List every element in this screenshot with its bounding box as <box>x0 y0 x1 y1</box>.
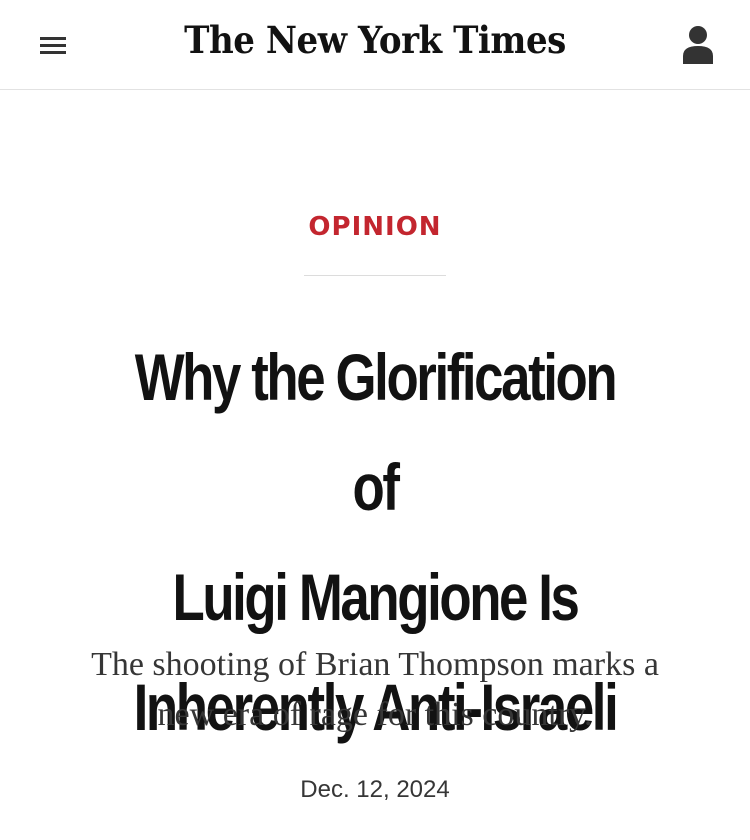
user-account-icon[interactable] <box>676 22 720 68</box>
publish-date: Dec. 12, 2024 <box>300 776 450 803</box>
section-divider <box>304 275 446 276</box>
section-label[interactable]: OPINION <box>0 212 750 242</box>
site-header: The New York Times <box>0 0 750 90</box>
site-logo[interactable]: The New York Times <box>30 18 720 62</box>
article-summary: The shooting of Brian Thompson marks a n… <box>91 646 659 733</box>
